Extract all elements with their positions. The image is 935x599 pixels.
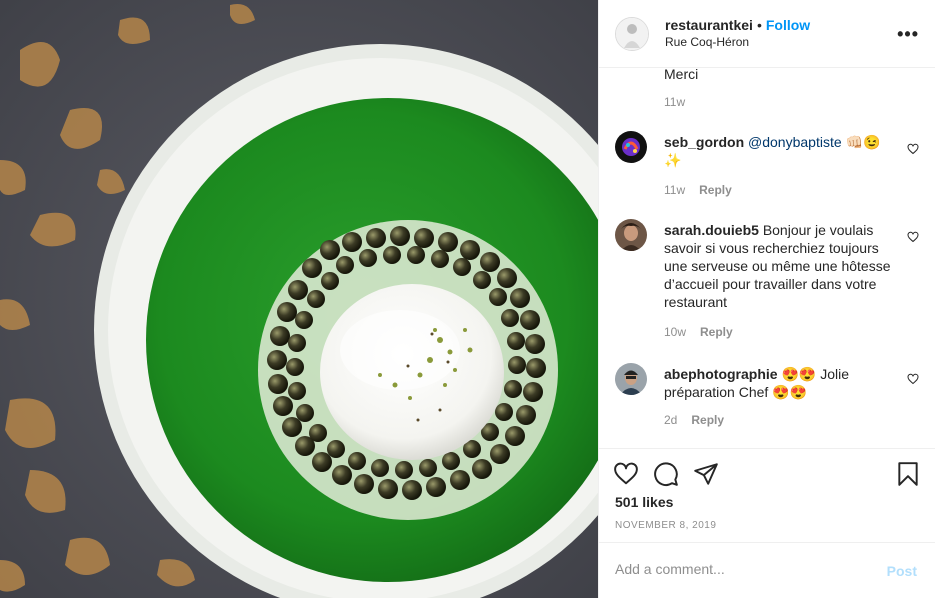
profile-avatar[interactable] [615,16,649,51]
commenter-avatar[interactable] [615,219,647,251]
post-header: restaurantkei • Follow Rue Coq-Héron ••• [599,0,935,68]
commenter-avatar-image [615,219,647,251]
comment-username[interactable]: seb_gordon [664,134,744,150]
commenter-avatar-image [615,131,647,163]
comment-time[interactable]: 11w [664,183,685,197]
comment-time[interactable]: 11w [664,95,685,109]
comment-mention[interactable]: @donybaptiste [748,134,842,150]
comment-item: sarah.douieb5 Bonjour je voulais savoir … [615,219,919,339]
like-heart-icon[interactable] [613,461,639,487]
commenter-avatar-image [615,363,647,395]
comment-text: seb_gordon @donybaptiste 👊🏻😉✨ [664,133,891,169]
like-comment-heart-icon[interactable] [907,143,919,155]
share-paper-plane-icon[interactable] [693,461,719,487]
reply-button[interactable]: Reply [699,183,732,197]
more-options-icon[interactable]: ••• [897,24,919,45]
commenter-avatar[interactable] [615,131,647,163]
comment-meta: 11w [664,95,685,109]
post-actions: 501 likes NOVEMBER 8, 2019 [599,448,935,543]
profile-avatar-image [616,17,648,50]
like-comment-heart-icon[interactable] [907,373,919,385]
reply-button[interactable]: Reply [700,325,733,339]
comment-item: seb_gordon @donybaptiste 👊🏻😉✨ 11w Reply [615,131,919,201]
reply-button[interactable]: Reply [691,413,724,427]
comment-time[interactable]: 2d [664,413,677,427]
comment-item: Merci 11w [615,69,919,113]
comment-item: abephotographie 😍😍 Jolie préparation Che… [615,363,919,433]
food-image [0,0,598,598]
comment-meta: 10w Reply [664,325,733,339]
save-bookmark-icon[interactable] [895,461,921,487]
add-comment-bar: Post [599,542,935,599]
comment-username[interactable]: sarah.douieb5 [664,222,759,238]
post-photo[interactable] [0,0,598,598]
comment-time[interactable]: 10w [664,325,686,339]
commenter-avatar[interactable] [615,363,647,395]
comments-list[interactable]: Merci 11w seb_gordon @donybaptiste 👊🏻😉✨ … [599,69,935,447]
add-comment-input[interactable] [615,561,855,577]
header-separator: • [756,16,762,33]
comment-text: abephotographie 😍😍 Jolie préparation Che… [664,365,891,401]
comment-meta: 2d Reply [664,413,724,427]
comment-text: sarah.douieb5 Bonjour je voulais savoir … [664,221,891,311]
comment-bubble-icon[interactable] [653,461,679,487]
comment-meta: 11w Reply [664,183,732,197]
likes-count[interactable]: 501 likes [615,494,673,510]
post-panel: restaurantkei • Follow Rue Coq-Héron ••• M… [598,0,935,598]
location-link[interactable]: Rue Coq-Héron [665,34,810,51]
header-username[interactable]: restaurantkei [665,17,753,33]
comment-username[interactable]: abephotographie [664,366,778,382]
comment-text: Merci [664,69,699,82]
post-date[interactable]: NOVEMBER 8, 2019 [615,520,716,531]
post-comment-button[interactable]: Post [887,563,917,579]
like-comment-heart-icon[interactable] [907,231,919,243]
follow-button[interactable]: Follow [766,17,810,33]
